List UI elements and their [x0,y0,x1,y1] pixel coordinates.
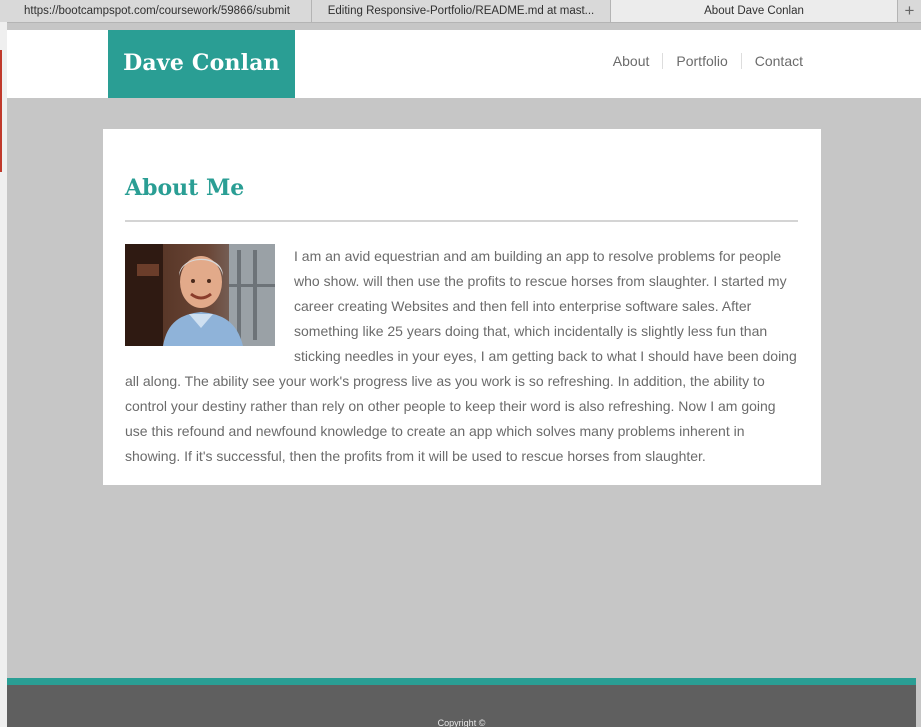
browser-tab-bootcampspot[interactable]: https://bootcampspot.com/coursework/5986… [0,0,312,22]
new-tab-button[interactable]: + [898,0,921,22]
main-nav: About Portfolio Contact [600,52,816,72]
browser-tab-about-dave-conlan[interactable]: About Dave Conlan [611,0,898,22]
about-card: About Me I am an avid equestrian and am … [103,129,821,485]
nav-link-about[interactable]: About [600,52,663,70]
brand-logo[interactable]: Dave Conlan [108,30,295,98]
nav-link-portfolio[interactable]: Portfolio [663,52,740,70]
bio-paragraph: I am an avid equestrian and am building … [125,244,798,469]
browser-tab-bar: https://bootcampspot.com/coursework/5986… [0,0,921,23]
browser-tab-github-readme[interactable]: Editing Responsive-Portfolio/README.md a… [312,0,611,22]
profile-photo [125,244,275,346]
background-window-edge [0,22,7,727]
background-window-accent [0,50,2,172]
copyright-text: Copyright © [437,718,486,727]
site-header: Dave Conlan About Portfolio Contact [7,30,921,98]
site-footer: Copyright © [7,678,916,727]
title-divider [125,220,798,222]
browser-window: https://bootcampspot.com/coursework/5986… [0,0,921,727]
nav-link-contact[interactable]: Contact [742,52,816,70]
page-title: About Me [125,175,245,201]
